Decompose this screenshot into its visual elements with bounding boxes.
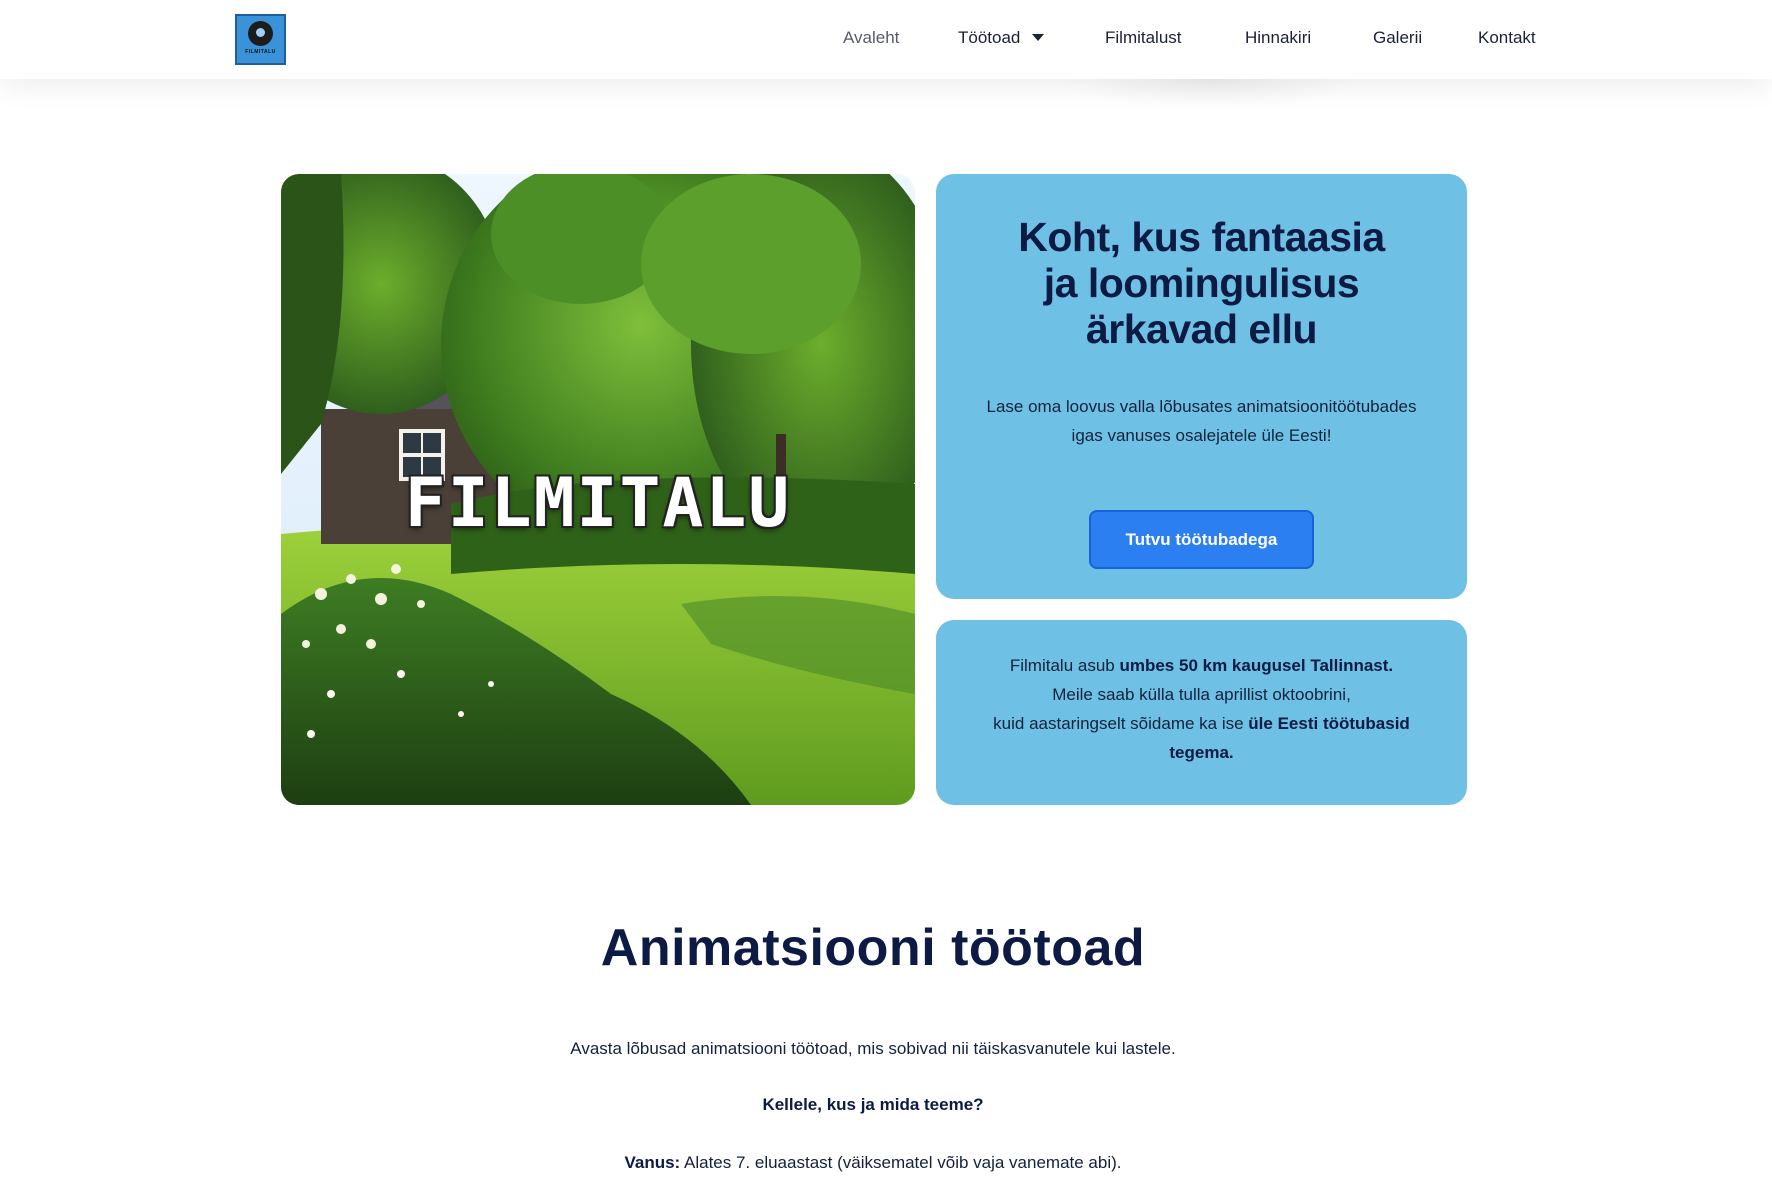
info-bold-text: üle Eesti töötubasid	[1248, 714, 1410, 733]
nav-item-kontakt[interactable]: Kontakt	[1478, 28, 1536, 48]
workshops-cta-button[interactable]: Tutvu töötubadega	[1089, 510, 1314, 569]
main-nav: Avaleht Töötoad Filmitalust Hinnakiri Ga…	[0, 28, 1772, 52]
hero-subtitle-line: igas vanuses osalejatele üle Eesti!	[1071, 426, 1332, 445]
workshops-age: Vanus: Alates 7. eluaastast (väiksematel…	[0, 1153, 1746, 1173]
farmhouse-garden-photo: FILMITALU	[281, 174, 915, 805]
info-text: Filmitalu asub	[1009, 656, 1120, 675]
header-shadow	[1060, 79, 1360, 109]
info-text: Meile saab külla tulla aprillist oktoobr…	[1052, 685, 1351, 704]
hero-image-title: FILMITALU	[404, 464, 792, 543]
info-bold-text: umbes 50 km kaugusel Tallinnast.	[1119, 656, 1394, 675]
info-bold-text: tegema.	[1169, 743, 1234, 762]
nav-item-filmitalust[interactable]: Filmitalust	[1105, 28, 1182, 48]
hero-heading-line: ärkavad ellu	[1085, 306, 1318, 352]
hero-subtitle-line: Lase oma loovus valla lõbusates animatsi…	[986, 397, 1417, 416]
age-label: Vanus:	[624, 1153, 681, 1172]
workshops-section-title: Animatsiooni töötoad	[600, 919, 1146, 977]
nav-item-avaleht[interactable]: Avaleht	[843, 28, 899, 48]
hero-heading-line: Koht, kus fantaasia	[1018, 214, 1385, 260]
nav-item-galerii[interactable]: Galerii	[1373, 28, 1422, 48]
workshops-lead: Avasta lõbusad animatsiooni töötoad, mis…	[570, 1039, 1176, 1058]
age-text: Alates 7. eluaastast (väiksematel võib v…	[680, 1153, 1122, 1172]
hero-heading-line: ja loomingulisus	[1043, 260, 1360, 306]
hero-subtitle: Lase oma loovus valla lõbusates animatsi…	[954, 392, 1449, 450]
nav-item-hinnakiri[interactable]: Hinnakiri	[1245, 28, 1311, 48]
site-header: FILMITALU Avaleht Töötoad Filmitalust Hi…	[0, 0, 1772, 79]
location-info-text: Filmitalu asub umbes 50 km kaugusel Tall…	[966, 651, 1437, 767]
caret-down-icon[interactable]	[1032, 34, 1045, 42]
hero-card: Koht, kus fantaasia ja loomingulisus ärk…	[936, 174, 1467, 599]
hero-heading: Koht, kus fantaasia ja loomingulisus ärk…	[936, 214, 1467, 352]
nav-item-tootoad[interactable]: Töötoad	[958, 28, 1045, 48]
info-text: kuid aastaringselt sõidame ka ise	[993, 714, 1249, 733]
location-info-card: Filmitalu asub umbes 50 km kaugusel Tall…	[936, 620, 1467, 805]
workshops-question: Kellele, kus ja mida teeme?	[762, 1095, 984, 1114]
nav-item-tootoad-label: Töötoad	[958, 28, 1021, 47]
